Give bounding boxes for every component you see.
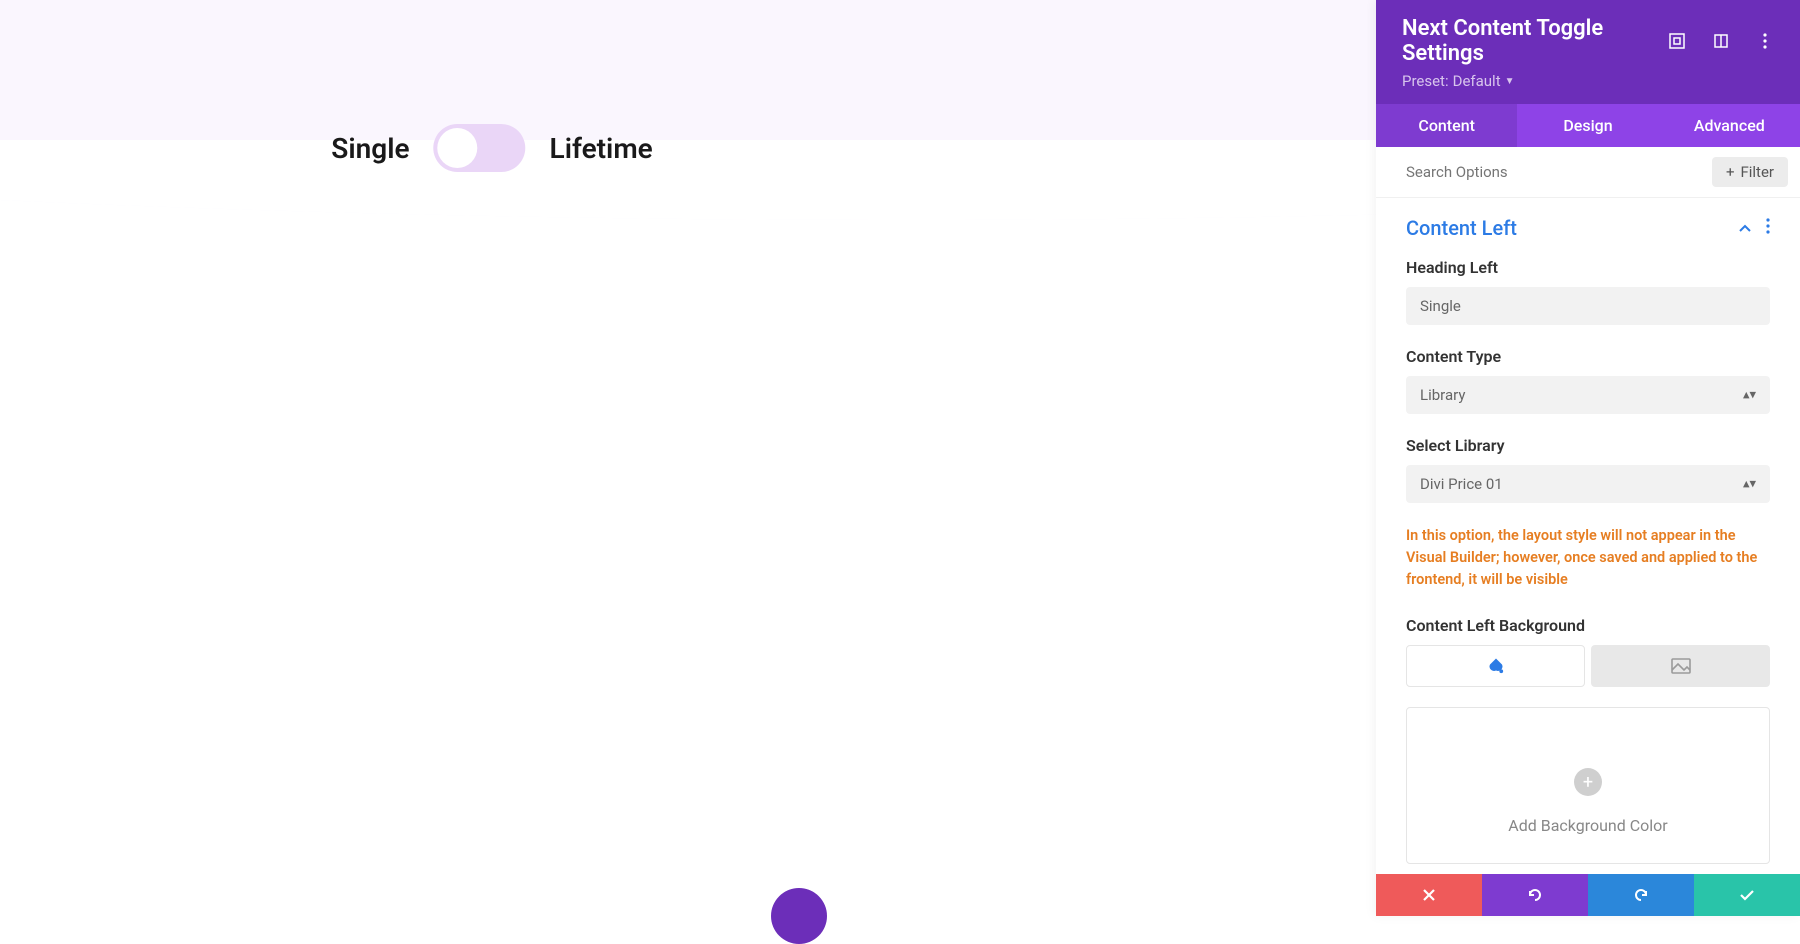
filter-button[interactable]: + Filter	[1712, 157, 1788, 187]
content-left-bg-label: Content Left Background	[1406, 616, 1770, 635]
check-icon	[1739, 888, 1755, 902]
more-options-icon[interactable]	[1756, 32, 1774, 50]
preset-row[interactable]: Preset: Default ▼	[1402, 72, 1774, 90]
content-type-value: Library	[1406, 376, 1770, 414]
tab-design[interactable]: Design	[1517, 104, 1658, 147]
section-title: Content Left	[1406, 216, 1517, 240]
preset-label: Preset:	[1402, 72, 1449, 90]
preview-area: Single Lifetime	[0, 0, 984, 916]
more-options-icon[interactable]	[1766, 218, 1770, 238]
expand-icon[interactable]	[1668, 32, 1686, 50]
plus-icon: +	[1726, 163, 1735, 181]
cancel-button[interactable]	[1376, 874, 1482, 916]
bg-tab-color[interactable]	[1406, 645, 1585, 687]
settings-tabs: Content Design Advanced	[1376, 104, 1800, 147]
heading-left-label: Heading Left	[1406, 258, 1770, 277]
footer-actions	[1376, 874, 1800, 916]
filter-label: Filter	[1740, 163, 1774, 181]
select-library-label: Select Library	[1406, 436, 1770, 455]
redo-icon	[1632, 886, 1650, 904]
tab-content[interactable]: Content	[1376, 104, 1517, 147]
save-button[interactable]	[1694, 874, 1800, 916]
image-icon	[1671, 658, 1691, 674]
chevron-down-icon: ▼	[1505, 76, 1515, 87]
bg-tab-image[interactable]	[1591, 645, 1770, 687]
section-header-icons	[1738, 218, 1770, 238]
content-toggle: Single Lifetime	[331, 124, 652, 172]
panel-header: Next Content Toggle Settings	[1376, 0, 1800, 104]
toggle-label-left: Single	[331, 132, 409, 165]
content-type-select[interactable]: Library ▴▾	[1406, 376, 1770, 414]
tab-advanced[interactable]: Advanced	[1659, 104, 1800, 147]
select-library-select[interactable]: Divi Price 01 ▴▾	[1406, 465, 1770, 503]
header-icons	[1668, 32, 1774, 50]
add-background-label: Add Background Color	[1508, 816, 1667, 835]
content-left-section: Content Left Heading Left Co	[1376, 198, 1800, 870]
section-header[interactable]: Content Left	[1406, 216, 1770, 240]
search-row: + Filter	[1376, 147, 1800, 198]
add-background-button[interactable]: +	[1574, 768, 1602, 796]
toggle-switch[interactable]	[434, 124, 526, 172]
chevron-up-icon[interactable]	[1738, 219, 1752, 238]
panel-title: Next Content Toggle Settings	[1402, 16, 1668, 66]
panel-title-row: Next Content Toggle Settings	[1402, 16, 1774, 66]
toggle-label-right: Lifetime	[550, 132, 653, 165]
heading-left-input[interactable]	[1406, 287, 1770, 325]
bg-tabs	[1406, 645, 1770, 687]
content-type-label: Content Type	[1406, 347, 1770, 366]
library-warning: In this option, the layout style will no…	[1406, 525, 1770, 590]
select-library-value: Divi Price 01	[1406, 465, 1770, 503]
search-input[interactable]	[1406, 163, 1712, 181]
redo-button[interactable]	[1588, 874, 1694, 916]
close-icon	[1422, 888, 1436, 902]
toggle-knob	[438, 128, 478, 168]
preset-value: Default	[1453, 72, 1501, 90]
background-color-box: + Add Background Color	[1406, 707, 1770, 864]
page-settings-fab[interactable]	[771, 888, 827, 944]
settings-panel: Next Content Toggle Settings	[1376, 0, 1800, 916]
paint-bucket-icon	[1487, 657, 1505, 675]
undo-icon	[1526, 886, 1544, 904]
snap-icon[interactable]	[1712, 32, 1730, 50]
undo-button[interactable]	[1482, 874, 1588, 916]
panel-body: + Filter Content Left	[1376, 147, 1800, 874]
